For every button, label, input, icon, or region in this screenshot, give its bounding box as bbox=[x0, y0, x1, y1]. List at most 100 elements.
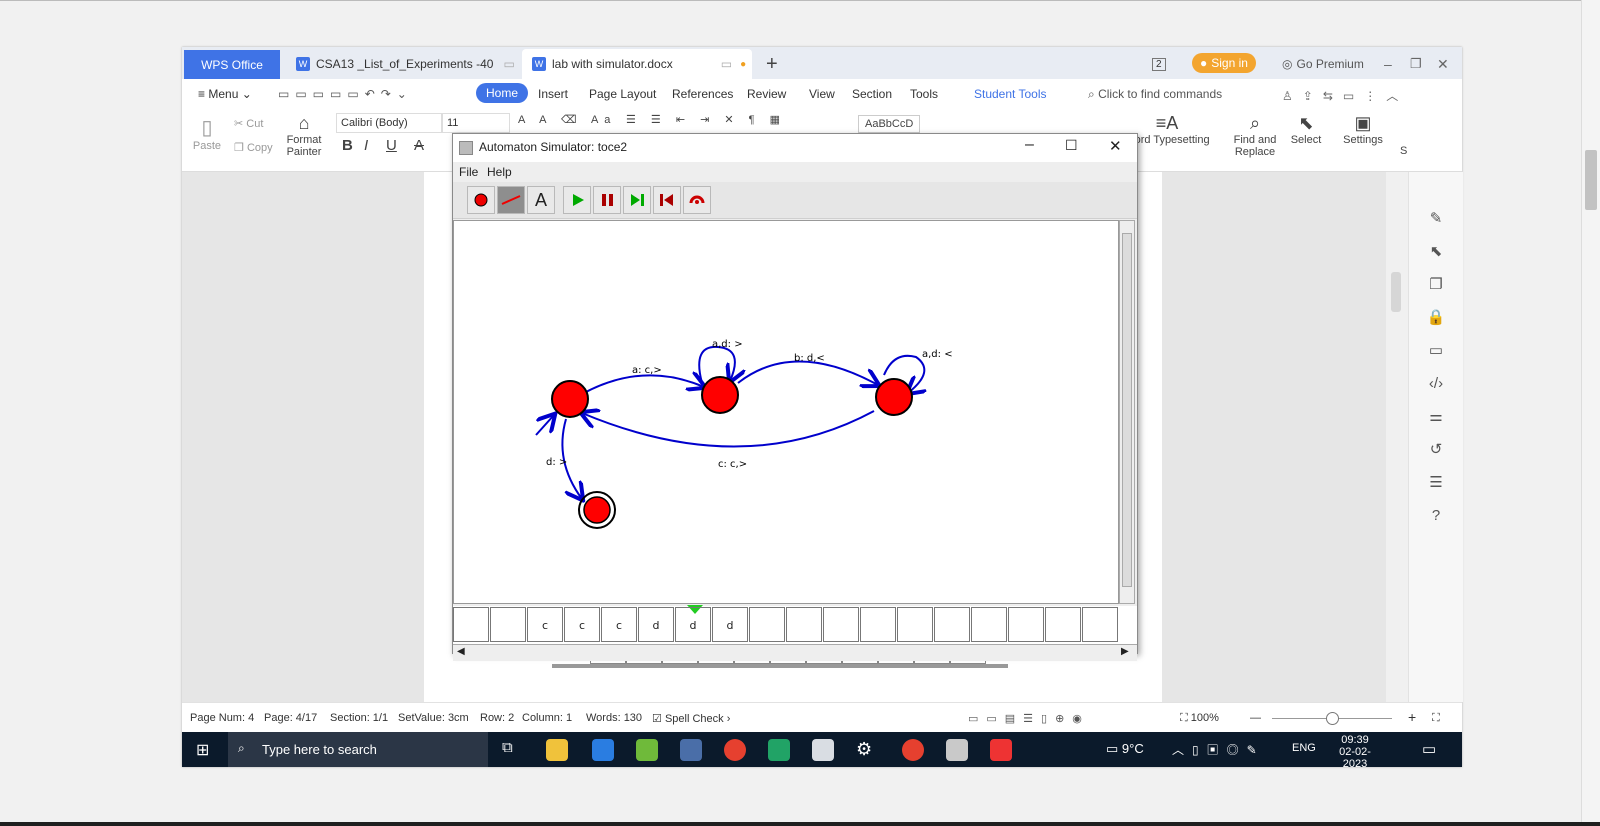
tape-cell[interactable] bbox=[971, 607, 1007, 642]
font-size-select[interactable]: 11 bbox=[442, 113, 510, 133]
app-icon[interactable] bbox=[812, 739, 834, 761]
restore-button[interactable]: ❐ bbox=[1410, 49, 1422, 79]
tape-cell[interactable]: c bbox=[527, 607, 563, 642]
tab-section[interactable]: Section bbox=[852, 87, 892, 101]
zoom-in-button[interactable]: + bbox=[1408, 709, 1416, 725]
chrome-icon[interactable] bbox=[724, 739, 746, 761]
tape-cell[interactable]: d bbox=[675, 607, 711, 642]
windows-start-icon[interactable]: ⊞ bbox=[196, 740, 209, 760]
window-count-icon[interactable]: 2 bbox=[1152, 49, 1166, 79]
select-button[interactable]: ⬉ Select bbox=[1286, 113, 1326, 146]
app-icon[interactable] bbox=[636, 739, 658, 761]
tab-references[interactable]: References bbox=[672, 87, 733, 101]
quick-access-icons[interactable]: ▭▭▭▭▭↶↷⌄ bbox=[278, 87, 413, 101]
font-format-icons[interactable]: A A ⌫ Aa bbox=[518, 113, 616, 126]
app-icon[interactable] bbox=[768, 739, 790, 761]
step-back-button[interactable] bbox=[653, 186, 681, 214]
tape-cell[interactable] bbox=[860, 607, 896, 642]
tape-cell[interactable] bbox=[934, 607, 970, 642]
canvas-vertical-scrollbar[interactable] bbox=[1119, 220, 1135, 604]
run-button[interactable] bbox=[563, 186, 591, 214]
screen-scroll-thumb[interactable] bbox=[1585, 150, 1597, 210]
tape-cell[interactable] bbox=[897, 607, 933, 642]
side-panel-icons[interactable]: ✎ ⬉ ❐ 🔒 ▭ ‹/› ⚌ ↺ ☰? bbox=[1425, 202, 1447, 532]
file-explorer-icon[interactable] bbox=[546, 739, 568, 761]
document-scrollbar[interactable] bbox=[1386, 172, 1408, 702]
tape-cell[interactable] bbox=[490, 607, 526, 642]
tab-view[interactable]: View bbox=[809, 87, 835, 101]
view-mode-icons[interactable]: ▭▭▤☰▯⊕◉ bbox=[968, 712, 1090, 725]
tab-doc-lab[interactable]: W lab with simulator.docx ▭ ● bbox=[522, 49, 752, 79]
status-words[interactable]: Words: 130 bbox=[586, 712, 642, 724]
language-indicator[interactable]: ENG bbox=[1292, 742, 1316, 754]
new-tab-button[interactable]: + bbox=[766, 49, 778, 79]
wps-icon[interactable] bbox=[990, 739, 1012, 761]
tab-tools[interactable]: Tools bbox=[910, 87, 938, 101]
copy-button[interactable]: ❐ Copy bbox=[234, 141, 273, 154]
app-icon[interactable] bbox=[680, 739, 702, 761]
weather-widget[interactable]: ▭ 9°C bbox=[1106, 741, 1144, 757]
sign-in-button[interactable]: ● Sign in bbox=[1192, 53, 1256, 73]
paragraph-icons[interactable]: ☰ ☰ ⇤ ⇥ ✕ ¶ ▦ bbox=[626, 113, 786, 126]
taskbar-search[interactable]: ⌕ Type here to search bbox=[228, 732, 488, 767]
tab-insert[interactable]: Insert bbox=[538, 87, 568, 101]
tape-horizontal-scrollbar[interactable]: ◀ ▶ bbox=[453, 644, 1137, 661]
menu-help[interactable]: Help bbox=[487, 165, 512, 179]
menu-button[interactable]: ≡ Menu ⌄ bbox=[198, 87, 252, 101]
mail-icon[interactable] bbox=[592, 739, 614, 761]
tape-cell[interactable] bbox=[1008, 607, 1044, 642]
zoom-slider-thumb[interactable] bbox=[1326, 712, 1339, 725]
tape-cell[interactable] bbox=[453, 607, 489, 642]
zoom-out-button[interactable]: — bbox=[1250, 712, 1261, 724]
settings-button[interactable]: ▣ Settings bbox=[1338, 113, 1388, 146]
ribbon-right-icons[interactable]: ♙⇪⇆▭⋮︿ bbox=[1282, 87, 1408, 104]
tab-page-layout[interactable]: Page Layout bbox=[589, 87, 656, 101]
task-view-icon[interactable]: ⧉ bbox=[502, 739, 524, 761]
find-replace-button[interactable]: ⌕ Find and Replace bbox=[1230, 113, 1280, 158]
screen-scrollbar[interactable] bbox=[1581, 0, 1600, 826]
zoom-level[interactable]: ⛶ 100% bbox=[1180, 712, 1219, 725]
menu-file[interactable]: File bbox=[459, 165, 478, 179]
close-button[interactable]: ✕ bbox=[1437, 49, 1449, 79]
bold-button[interactable]: B bbox=[342, 137, 353, 154]
system-tray-icons[interactable]: ︿▯▣◎✎ bbox=[1172, 741, 1265, 758]
step-forward-button[interactable] bbox=[623, 186, 651, 214]
tape-cell[interactable] bbox=[1045, 607, 1081, 642]
tape-cell[interactable]: c bbox=[601, 607, 637, 642]
scroll-left-icon[interactable]: ◀ bbox=[457, 646, 465, 657]
text-tool-button[interactable]: A bbox=[527, 186, 555, 214]
tape-cell[interactable]: d bbox=[638, 607, 674, 642]
fullscreen-icon[interactable]: ⛶ bbox=[1432, 712, 1440, 725]
clock[interactable]: 09:39 02-02-2023 bbox=[1330, 734, 1380, 770]
go-premium-button[interactable]: ◎ Go Premium bbox=[1282, 49, 1364, 79]
tape-cell[interactable]: d bbox=[712, 607, 748, 642]
paste-button[interactable]: ▯ Paste bbox=[192, 115, 222, 152]
style-preview[interactable]: AaBbCcD bbox=[858, 115, 921, 133]
chrome-icon[interactable] bbox=[902, 739, 924, 761]
underline-button[interactable]: U bbox=[386, 137, 397, 154]
tab-student-tools[interactable]: Student Tools bbox=[974, 87, 1047, 101]
tape-cell[interactable] bbox=[749, 607, 785, 642]
notification-icon[interactable]: ▭ bbox=[1422, 740, 1436, 758]
tape-cell[interactable]: c bbox=[564, 607, 600, 642]
font-name-select[interactable]: Calibri (Body) bbox=[336, 113, 442, 133]
status-page[interactable]: Page: 4/17 bbox=[264, 712, 317, 724]
italic-button[interactable]: I bbox=[364, 137, 368, 154]
command-search[interactable]: ⌕ Click to find commands bbox=[1088, 87, 1222, 102]
tab-doc-experiments[interactable]: W CSA13 _List_of_Experiments -40 ▭ bbox=[286, 49, 516, 79]
tape-cell[interactable] bbox=[823, 607, 859, 642]
canvas-scroll-thumb[interactable] bbox=[1122, 233, 1132, 587]
format-painter-button[interactable]: ⌂ Format Painter bbox=[284, 113, 324, 158]
strikethrough-button[interactable]: A bbox=[414, 137, 424, 154]
automaton-canvas[interactable]: a: c,> a,d: > b: d,< a,d: < c: c,> d: > bbox=[453, 220, 1119, 604]
tape-cell[interactable] bbox=[786, 607, 822, 642]
add-state-button[interactable] bbox=[467, 186, 495, 214]
sim-minimize-button[interactable]: – bbox=[1025, 136, 1034, 154]
tab-home[interactable]: Home bbox=[476, 83, 529, 103]
spell-check-button[interactable]: ☑ Spell Check › bbox=[652, 712, 730, 725]
sim-close-button[interactable]: ✕ bbox=[1109, 137, 1122, 155]
reset-button[interactable] bbox=[683, 186, 711, 214]
pause-button[interactable] bbox=[593, 186, 621, 214]
ribbon-more-button[interactable]: S bbox=[1400, 145, 1407, 157]
cut-button[interactable]: ✂ Cut bbox=[234, 117, 263, 130]
